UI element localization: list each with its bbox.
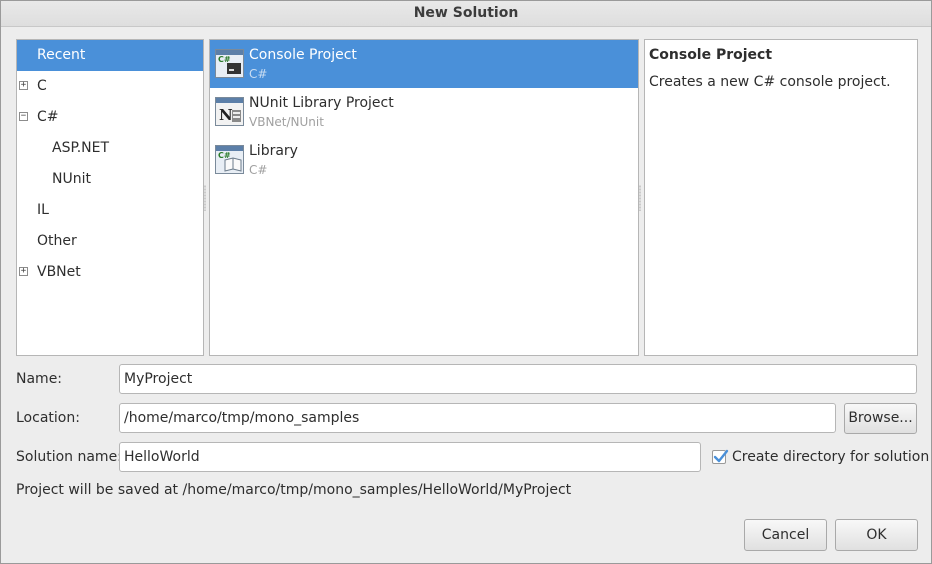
category-item-nunit[interactable]: NUnit xyxy=(17,164,203,195)
category-label: ASP.NET xyxy=(52,140,110,156)
category-tree[interactable]: Recent + C − C# ASP.NET NUnit IL Other +… xyxy=(16,39,204,356)
create-directory-checkbox[interactable] xyxy=(712,449,729,464)
console-project-icon: C# xyxy=(215,49,244,78)
template-item-console-project[interactable]: C# Console Project C# xyxy=(210,40,638,88)
template-name: Library xyxy=(249,143,298,159)
category-label: NUnit xyxy=(52,171,91,187)
collapse-icon[interactable]: − xyxy=(19,112,28,121)
category-label: VBNet xyxy=(37,264,81,280)
expand-icon[interactable]: + xyxy=(19,267,28,276)
template-list[interactable]: C# Console Project C# N NUnit Library Pr… xyxy=(209,39,639,356)
solution-name-label: Solution name: xyxy=(16,449,122,465)
save-location-info: Project will be saved at /home/marco/tmp… xyxy=(16,482,572,498)
new-solution-dialog: New Solution Recent + C − C# ASP.NET NUn… xyxy=(0,0,932,564)
window-title: New Solution xyxy=(1,1,931,27)
pane-resize-handle[interactable] xyxy=(639,185,641,211)
category-item-c[interactable]: + C xyxy=(17,71,203,102)
svg-text:N: N xyxy=(219,106,233,124)
template-language: C# xyxy=(249,163,268,177)
library-icon: C# xyxy=(215,145,244,174)
name-label: Name: xyxy=(16,371,63,387)
svg-text:C#: C# xyxy=(218,55,231,64)
template-description: Console Project Creates a new C# console… xyxy=(644,39,918,356)
category-item-il[interactable]: IL xyxy=(17,195,203,226)
description-title: Console Project xyxy=(649,47,773,63)
category-item-vbnet[interactable]: + VBNet xyxy=(17,257,203,288)
description-text: Creates a new C# console project. xyxy=(649,74,891,90)
template-name: NUnit Library Project xyxy=(249,95,394,111)
category-label: Recent xyxy=(37,47,86,63)
template-item-library[interactable]: C# Library C# xyxy=(210,136,638,184)
cancel-button[interactable]: Cancel xyxy=(744,519,827,551)
checkmark-icon xyxy=(713,449,729,463)
name-input[interactable] xyxy=(119,364,917,394)
category-item-aspnet[interactable]: ASP.NET xyxy=(17,133,203,164)
template-name: Console Project xyxy=(249,47,357,63)
location-label: Location: xyxy=(16,410,80,426)
template-language: C# xyxy=(249,67,268,81)
location-input[interactable] xyxy=(119,403,836,433)
expand-icon[interactable]: + xyxy=(19,81,28,90)
category-label: Other xyxy=(37,233,77,249)
template-language: VBNet/NUnit xyxy=(249,115,324,129)
category-label: C xyxy=(37,78,47,94)
template-item-nunit-library[interactable]: N NUnit Library Project VBNet/NUnit xyxy=(210,88,638,136)
category-item-other[interactable]: Other xyxy=(17,226,203,257)
ok-button[interactable]: OK xyxy=(835,519,918,551)
solution-name-input[interactable] xyxy=(119,442,701,472)
category-item-recent[interactable]: Recent xyxy=(17,40,203,71)
category-item-csharp[interactable]: − C# xyxy=(17,102,203,133)
nunit-library-icon: N xyxy=(215,97,244,126)
category-label: C# xyxy=(37,109,59,125)
pane-resize-handle[interactable] xyxy=(204,185,206,211)
category-label: IL xyxy=(37,202,49,218)
browse-button[interactable]: Browse... xyxy=(844,403,917,434)
create-directory-label[interactable]: Create directory for solution xyxy=(732,449,929,465)
